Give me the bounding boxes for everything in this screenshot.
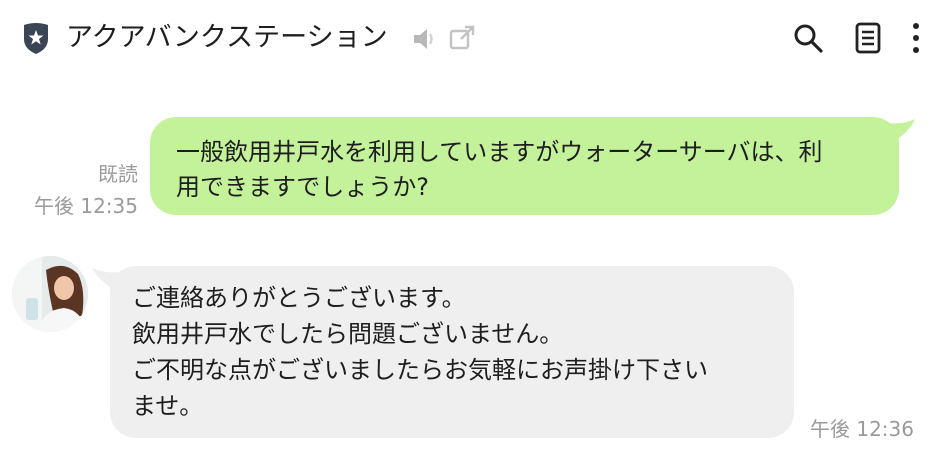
search-button[interactable]: [790, 20, 826, 56]
chat-title[interactable]: アクアバンクステーション: [66, 18, 388, 58]
outgoing-message-bubble[interactable]: 一般飲用井戸水を利用していますがウォーターサーバは、利 用できますでしょうか?: [150, 117, 915, 215]
notes-icon: [855, 22, 881, 54]
notes-button[interactable]: [850, 20, 886, 56]
bubble-tail: [885, 119, 915, 143]
outgoing-message-text: 一般飲用井戸水を利用していますがウォーターサーバは、利 用できますでしょうか?: [176, 135, 876, 205]
shield-star-icon: [24, 23, 48, 54]
more-vertical-icon: [913, 23, 919, 53]
bubble-tail: [92, 268, 124, 292]
speaker-muted-icon: [414, 29, 433, 49]
incoming-timestamp: 午後 12:36: [810, 417, 914, 441]
incoming-message-text: ご連絡ありがとうございます。 飲用井戸水でしたら問題ございません。 ご不明な点が…: [132, 280, 782, 424]
avatar[interactable]: [12, 256, 88, 332]
outgoing-timestamp: 午後 12:35: [34, 194, 138, 218]
more-menu-button[interactable]: [900, 20, 932, 56]
message-line: 飲用井戸水でしたら問題ございません。: [132, 320, 564, 348]
external-link-icon[interactable]: [448, 24, 476, 52]
avatar-photo: [12, 256, 88, 332]
message-line: ご不明な点がございましたらお気軽にお声掛け下さい: [132, 356, 708, 384]
incoming-message-bubble[interactable]: ご連絡ありがとうございます。 飲用井戸水でしたら問題ございません。 ご不明な点が…: [92, 266, 794, 438]
message-line: 用できますでしょうか?: [176, 173, 429, 201]
message-line: 一般飲用井戸水を利用していますがウォーターサーバは、利: [176, 138, 823, 166]
chat-header: アクアバンクステーション: [0, 0, 934, 78]
message-line: ご連絡ありがとうございます。: [132, 284, 466, 312]
read-receipt: 既読: [98, 162, 138, 186]
message-line: ませ。: [132, 392, 204, 420]
search-icon: [794, 24, 823, 53]
